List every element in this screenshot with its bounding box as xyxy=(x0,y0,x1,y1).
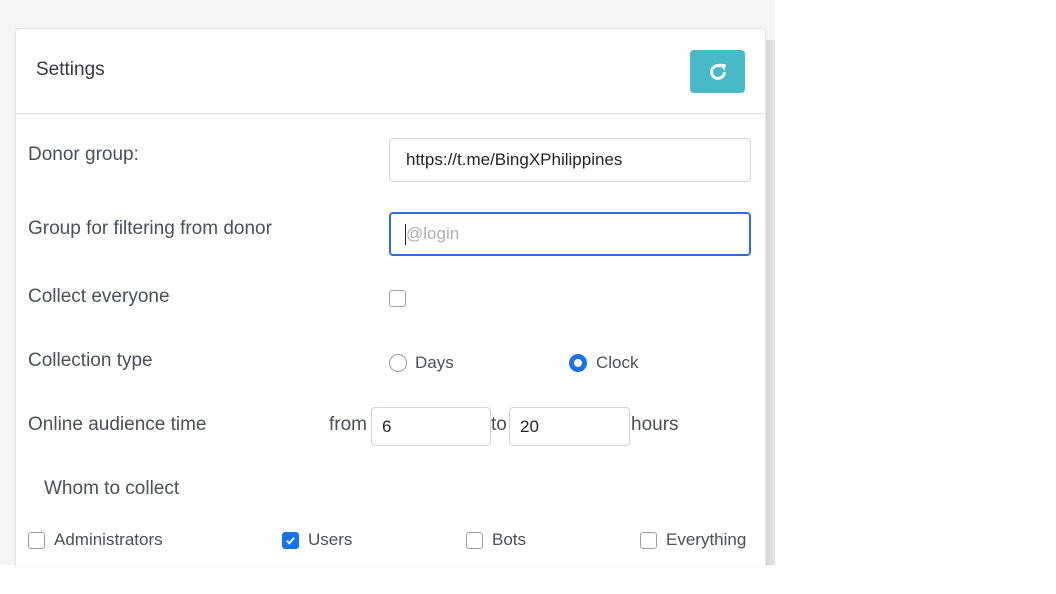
bots-checkbox[interactable] xyxy=(466,532,483,549)
whom-to-collect-heading: Whom to collect xyxy=(44,478,180,499)
to-label: to xyxy=(491,414,507,435)
online-time-label: Online audience time xyxy=(28,414,207,435)
everything-label: Everything xyxy=(666,530,747,549)
radio-days-label: Days xyxy=(415,353,454,372)
radio-clock-label: Clock xyxy=(596,353,639,372)
administrators-label: Administrators xyxy=(54,530,163,549)
collect-everyone-label: Collect everyone xyxy=(28,286,170,307)
users-label: Users xyxy=(308,530,353,549)
radio-days[interactable] xyxy=(389,354,407,372)
refresh-button[interactable] xyxy=(690,50,745,93)
filter-group-label: Group for filtering from donor xyxy=(28,218,272,239)
bots-label: Bots xyxy=(492,530,527,549)
users-checkbox[interactable] xyxy=(282,532,299,549)
filter-group-input[interactable] xyxy=(389,212,751,256)
donor-group-label: Donor group: xyxy=(28,144,139,165)
donor-group-input[interactable] xyxy=(389,138,751,182)
administrators-checkbox[interactable] xyxy=(28,532,45,549)
radio-clock[interactable] xyxy=(569,354,587,372)
from-hours-input[interactable] xyxy=(371,407,491,446)
checkmark-icon xyxy=(286,537,295,545)
collection-type-label: Collection type xyxy=(28,350,153,371)
refresh-icon xyxy=(709,63,726,80)
text-caret xyxy=(405,224,406,245)
hours-unit-label: hours xyxy=(631,414,679,435)
to-hours-input[interactable] xyxy=(509,407,630,446)
everything-checkbox[interactable] xyxy=(640,532,657,549)
collect-everyone-checkbox[interactable] xyxy=(389,290,406,307)
from-label: from xyxy=(329,414,367,435)
card-title: Settings xyxy=(36,59,105,80)
card-header: Settings xyxy=(16,29,765,114)
